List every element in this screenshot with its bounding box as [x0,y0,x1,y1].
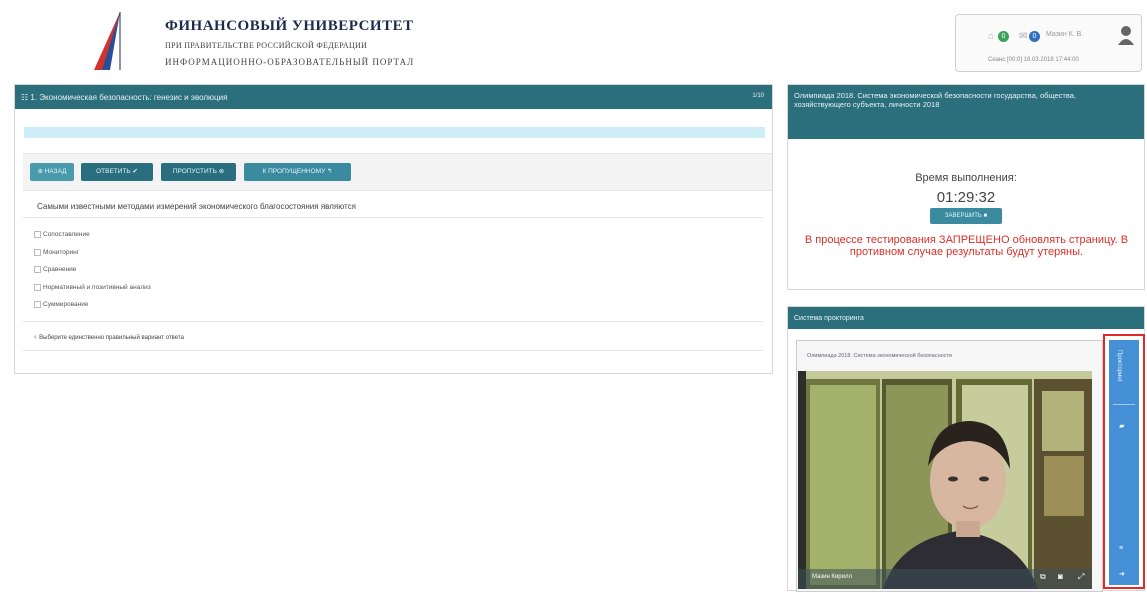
proctoring-sidebar: Прокторинг ▰ ≡ ➜ [1103,334,1145,589]
answer-option[interactable]: Суммирование [34,301,89,308]
answer-button[interactable]: ОТВЕТИТЬ ✔ [81,163,153,181]
sidebar-label[interactable]: Прокторинг [1116,350,1122,382]
checkbox[interactable] [34,249,41,256]
camera-icon[interactable]: ◙ [1058,572,1063,581]
answer-hint: ♀ Выберите единственно правильный вариан… [33,335,184,341]
time-value: 01:29:32 [936,189,996,206]
university-title: ФИНАНСОВЫЙ УНИВЕРСИТЕТ [165,18,414,34]
option-label: Суммирование [43,301,89,309]
notification-badge-blue[interactable]: 0 [1029,31,1040,42]
checkbox[interactable] [34,301,41,308]
answer-option[interactable]: Сопоставление [34,231,90,238]
checkbox[interactable] [34,266,41,273]
exit-icon[interactable]: ➜ [1119,570,1125,578]
refresh-warning: В процессе тестирования ЗАПРЕЩЕНО обновл… [804,234,1129,258]
time-label: Время выполнения: [915,172,1017,184]
option-label: Мониторинг [43,249,80,257]
sidebar-divider [1113,404,1135,405]
action-button-bar: ⊕ НАЗАД ОТВЕТИТЬ ✔ ПРОПУСТИТЬ ⊗ К ПРОПУЩ… [23,153,772,191]
popout-icon[interactable]: ⧉ [1040,572,1046,582]
proctoring-header: Система прокторинга [788,307,1144,329]
finish-button[interactable]: ЗАВЕРШИТЬ ■ [930,208,1002,224]
olympiad-header: Олимпиада 2018. Система экономической бе… [788,85,1144,139]
skip-button[interactable]: ПРОПУСТИТЬ ⊗ [161,163,236,181]
checkbox[interactable] [34,284,41,291]
fullscreen-icon[interactable]: ⤢ [1078,572,1084,582]
olympiad-title: Олимпиада 2018. Система экономической бе… [794,91,1077,109]
question-text: Самыми известными методами измерений эко… [37,202,356,211]
user-box: ⌂ 0 ✉ 0 Мазин К. В. Сеанс [00:0] 18.03.2… [955,14,1142,72]
test-panel: ☷ 1. Экономическая безопасность: генезис… [14,84,773,374]
proctoring-title: Система прокторинга [794,315,864,322]
answer-option[interactable]: Мониторинг [34,249,79,256]
university-logo [94,12,123,70]
options-divider [23,321,764,322]
answer-option[interactable]: Нормативный и позитивный анализ [34,284,151,291]
question-divider [23,217,764,218]
test-panel-header: ☷ 1. Экономическая безопасность: генезис… [15,85,772,109]
session-status: Сеанс [00:0] 18.03.2018 17:44:00 [988,57,1079,63]
bell-icon[interactable]: ⌂ [988,31,994,42]
section-title: ☷ 1. Экономическая безопасность: генезис… [21,93,228,102]
list-icon[interactable]: ≡ [1119,545,1123,552]
option-label: Сравнение [43,266,77,274]
user-avatar-icon[interactable] [1118,25,1134,45]
question-pager: 1/10 [752,93,764,99]
test-progress-bar [24,127,765,138]
option-label: Нормативный и позитивный анализ [43,284,151,292]
header: ФИНАНСОВЫЙ УНИВЕРСИТЕТ ПРИ ПРАВИТЕЛЬСТВЕ… [0,0,1147,80]
option-label: Сопоставление [43,231,90,239]
user-name[interactable]: Мазин К. В. [1046,31,1083,38]
video-caption: Мазин Кирилл [812,574,852,580]
mail-icon[interactable]: ✉ [1019,31,1027,42]
proctoring-sidebar-panel[interactable]: Прокторинг ▰ ≡ ➜ [1109,340,1139,585]
portal-name: ИНФОРМАЦИОННО-ОБРАЗОВАТЕЛЬНЫЙ ПОРТАЛ [165,57,415,67]
chat-icon[interactable]: ▰ [1119,422,1124,430]
checkbox[interactable] [34,231,41,238]
window-caption: Олимпиада 2018. Система экономической бе… [807,353,953,359]
timer-panel: Олимпиада 2018. Система экономической бе… [787,84,1145,290]
back-button[interactable]: ⊕ НАЗАД [30,163,74,181]
to-skipped-button[interactable]: К ПРОПУЩЕННОМУ ↰ [244,163,351,181]
notification-badge-green[interactable]: 0 [998,31,1009,42]
university-subtitle: ПРИ ПРАВИТЕЛЬСТВЕ РОССИЙСКОЙ ФЕДЕРАЦИИ [165,41,368,50]
webcam-video [798,371,1092,589]
answer-option[interactable]: Сравнение [34,266,76,273]
hint-divider [23,350,764,351]
